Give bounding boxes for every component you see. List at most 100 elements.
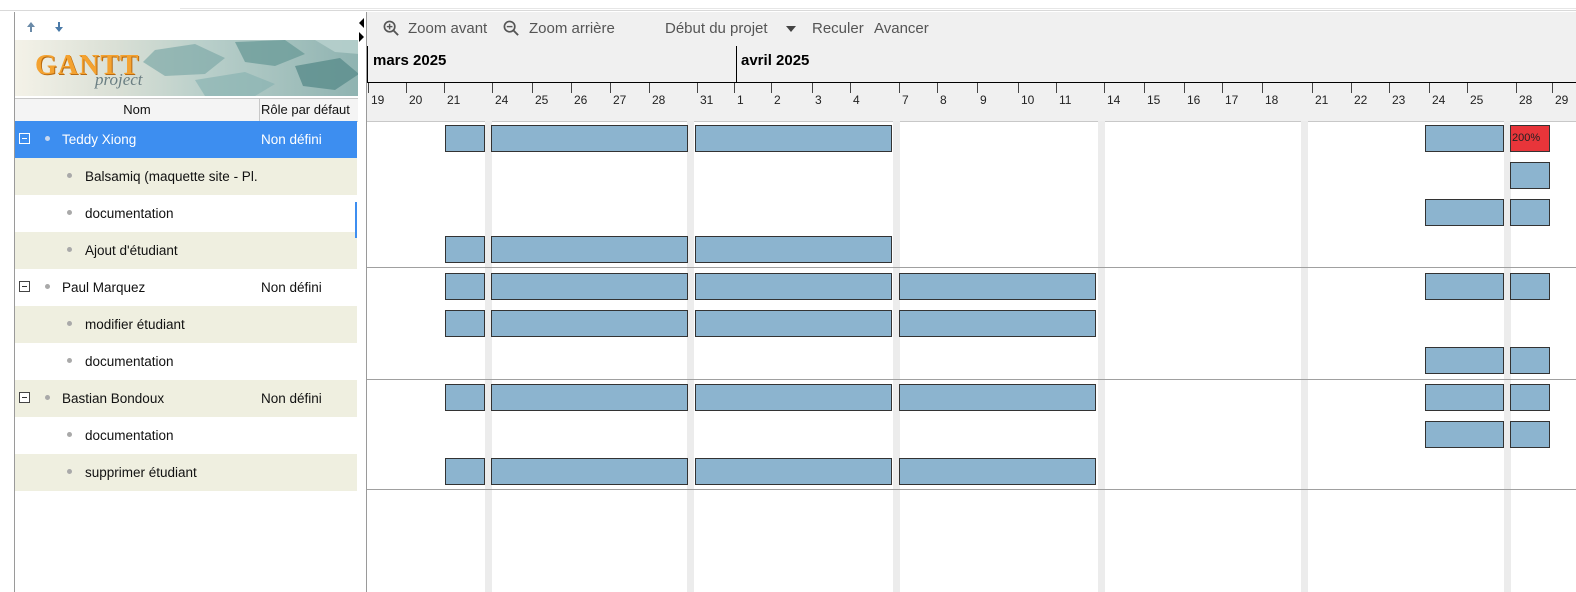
resource-role: Non défini <box>261 280 322 295</box>
task-row[interactable]: documentation <box>15 417 357 454</box>
day-label: 21 <box>447 93 461 107</box>
column-header-role[interactable]: Rôle par défaut <box>261 99 359 121</box>
day-label: 28 <box>1519 93 1533 107</box>
zoom-in-button[interactable]: Zoom avant <box>408 12 487 46</box>
day-tick <box>1184 83 1185 93</box>
bullet-icon <box>67 173 72 178</box>
resource-row[interactable]: Teddy Xiong Non défini <box>15 121 357 158</box>
load-bar[interactable] <box>491 236 688 263</box>
load-bar[interactable] <box>1425 347 1504 374</box>
back-button[interactable]: Reculer <box>812 12 864 46</box>
resource-separator <box>367 379 1576 380</box>
load-bar[interactable] <box>695 310 892 337</box>
day-tick <box>492 83 493 93</box>
task-row[interactable]: Ajout d'étudiant <box>15 232 357 269</box>
load-bar[interactable] <box>445 273 485 300</box>
day-tick <box>1222 83 1223 93</box>
resource-row[interactable]: Bastian Bondoux Non défini <box>15 380 357 417</box>
left-toolbar <box>15 12 359 40</box>
day-label: 22 <box>1354 93 1368 107</box>
day-label: 24 <box>1432 93 1446 107</box>
load-bar[interactable] <box>899 310 1096 337</box>
day-label: 24 <box>495 93 509 107</box>
day-tick <box>977 83 978 93</box>
load-bar[interactable] <box>695 236 892 263</box>
task-name: documentation <box>85 206 174 221</box>
collapse-toggle-icon[interactable] <box>19 281 30 292</box>
day-tick <box>1351 83 1352 93</box>
task-row[interactable]: Balsamiq (maquette site - Pl. <box>15 158 357 195</box>
load-bar[interactable] <box>695 125 892 152</box>
task-row[interactable]: documentation <box>15 195 357 232</box>
chevron-down-icon[interactable] <box>785 25 797 33</box>
overload-bar[interactable]: 200% <box>1510 125 1550 152</box>
day-tick <box>1262 83 1263 93</box>
chart-grid: 200% <box>367 121 1576 592</box>
load-bar[interactable] <box>1510 273 1550 300</box>
logo-sub-text: project <box>95 70 143 89</box>
day-label: 10 <box>1021 93 1035 107</box>
weekend-stripe <box>1301 121 1308 592</box>
load-bar[interactable] <box>899 458 1096 485</box>
load-bar[interactable] <box>1510 162 1550 189</box>
load-bar[interactable] <box>899 384 1096 411</box>
task-row[interactable]: modifier étudiant <box>15 306 357 343</box>
load-bar[interactable] <box>695 384 892 411</box>
load-bar[interactable] <box>491 458 688 485</box>
bullet-icon <box>67 432 72 437</box>
bullet-icon <box>67 469 72 474</box>
gantt-project-logo: GANTT project <box>15 40 359 96</box>
collapse-toggle-icon[interactable] <box>19 392 30 403</box>
load-bar[interactable] <box>1425 384 1504 411</box>
load-bar[interactable] <box>445 125 485 152</box>
day-tick <box>649 83 650 93</box>
day-label: 16 <box>1187 93 1201 107</box>
load-bar[interactable] <box>1425 125 1504 152</box>
forward-button[interactable]: Avancer <box>874 12 929 46</box>
load-bar[interactable] <box>695 458 892 485</box>
resource-row[interactable]: Paul Marquez Non défini <box>15 269 357 306</box>
day-label: 19 <box>371 93 385 107</box>
load-bar[interactable] <box>491 125 688 152</box>
zoom-in-icon[interactable] <box>383 20 400 37</box>
zoom-out-button[interactable]: Zoom arrière <box>529 12 615 46</box>
resource-separator <box>367 267 1576 268</box>
task-name: modifier étudiant <box>85 317 185 332</box>
day-label: 14 <box>1107 93 1121 107</box>
task-name: documentation <box>85 354 174 369</box>
load-bar[interactable] <box>445 384 485 411</box>
load-bar[interactable] <box>491 273 688 300</box>
panel-splitter[interactable] <box>358 12 366 592</box>
day-tick <box>1429 83 1430 93</box>
day-label: 31 <box>700 93 714 107</box>
load-bar[interactable] <box>491 384 688 411</box>
chart-toolbar: Zoom avant Zoom arrière Début du projet … <box>367 12 1576 46</box>
load-bar[interactable] <box>445 236 485 263</box>
load-bar[interactable] <box>1510 421 1550 448</box>
weekend-stripe <box>1098 121 1105 592</box>
zoom-out-icon[interactable] <box>503 20 520 37</box>
move-up-icon[interactable] <box>23 19 39 35</box>
day-label: 15 <box>1147 93 1161 107</box>
move-down-icon[interactable] <box>51 19 67 35</box>
load-bar[interactable] <box>1425 421 1504 448</box>
load-bar[interactable] <box>1510 384 1550 411</box>
load-bar[interactable] <box>1425 273 1504 300</box>
collapse-toggle-icon[interactable] <box>19 133 30 144</box>
load-bar[interactable] <box>899 273 1096 300</box>
task-row[interactable]: supprimer étudiant <box>15 454 357 491</box>
day-tick <box>771 83 772 93</box>
load-bar[interactable] <box>695 273 892 300</box>
load-bar[interactable] <box>1425 199 1504 226</box>
load-bar[interactable] <box>1510 199 1550 226</box>
load-bar[interactable] <box>445 310 485 337</box>
task-row[interactable]: documentation <box>15 343 357 380</box>
load-bar[interactable] <box>445 458 485 485</box>
load-bar[interactable] <box>1510 347 1550 374</box>
load-bar[interactable] <box>491 310 688 337</box>
task-name: Ajout d'étudiant <box>85 243 178 258</box>
project-start-button[interactable]: Début du projet <box>665 12 768 46</box>
day-tick <box>697 83 698 93</box>
day-tick <box>1018 83 1019 93</box>
column-header-name[interactable]: Nom <box>15 99 260 121</box>
